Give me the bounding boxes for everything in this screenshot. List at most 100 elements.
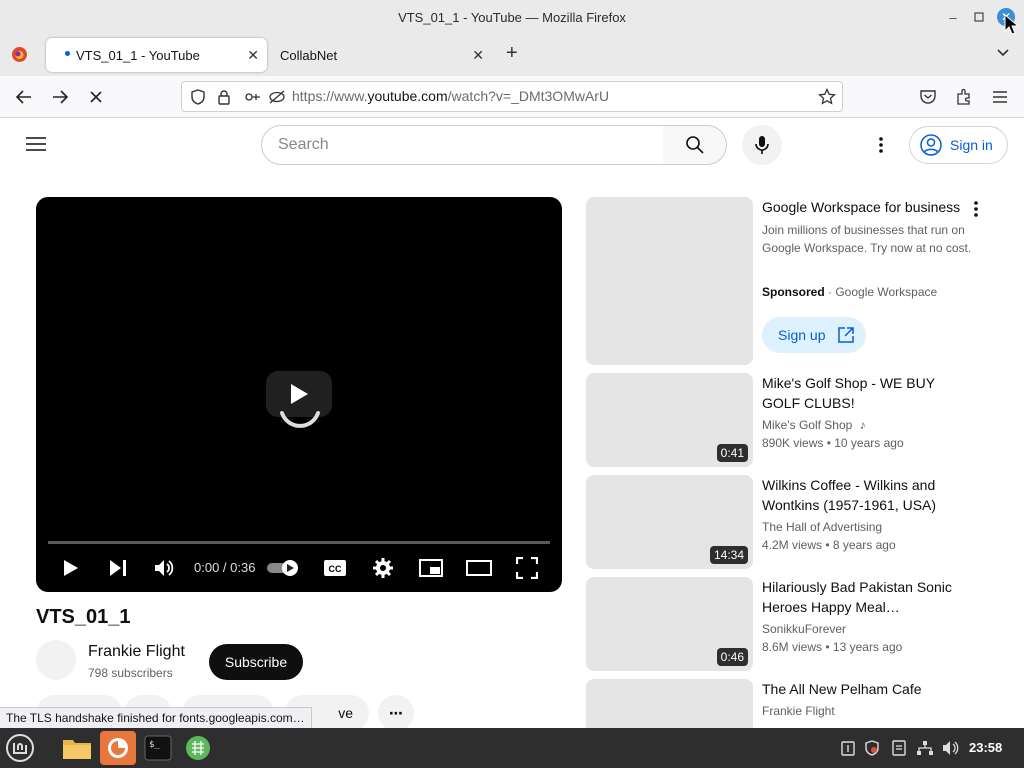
recommendation-thumbnail[interactable]: 14:34 [586,475,753,569]
tab-loading-dot-icon [65,51,70,56]
maximize-icon[interactable] [970,8,988,26]
settings-more-icon[interactable] [873,135,889,160]
subscriber-count: 798 subscribers [88,666,173,680]
firefox-taskbar-icon[interactable] [100,731,136,765]
settings-gear-icon[interactable] [370,555,396,581]
recommendation-title[interactable]: Wilkins Coffee - Wilkins and Wontkins (1… [762,475,972,515]
volume-icon[interactable] [152,555,178,581]
files-folder-icon[interactable] [59,731,95,765]
tab-bar: VTS_01_1 - YouTube ✕ CollabNet ✕ + [0,34,1024,76]
loading-spinner-icon [280,411,320,428]
tracking-protection-icon[interactable] [190,89,206,110]
search-input[interactable]: Search [261,125,664,165]
mint-menu-icon[interactable] [2,731,38,765]
video-player[interactable]: 0:00 / 0:36 CC [36,197,562,592]
taskbar: $_ 23:58 [0,728,1024,768]
channel-name[interactable]: Frankie Flight [88,643,185,661]
lock-icon[interactable] [216,89,232,110]
subscribe-button[interactable]: Subscribe [209,644,303,680]
volume-tray-icon[interactable] [942,740,960,761]
theater-mode-icon[interactable] [466,555,492,581]
window-title: VTS_01_1 - YouTube — Mozilla Firefox [398,9,626,25]
network-tray-icon[interactable] [916,740,934,761]
terminal-icon[interactable]: $_ [140,731,176,765]
sign-in-button[interactable]: Sign in [909,126,1008,164]
upload-age: • 13 years ago [825,640,903,654]
save-label: ve [338,705,353,721]
recommendation-title[interactable]: Hilariously Bad Pakistan Sonic Heroes Ha… [762,577,972,617]
ad-more-icon[interactable] [968,200,984,223]
shield-tray-icon[interactable] [864,740,880,761]
tab-close-icon[interactable]: ✕ [247,47,259,64]
recommendation-thumbnail[interactable]: 0:46 [586,577,753,671]
bookmark-star-icon[interactable] [818,87,836,111]
autoplay-blocked-icon[interactable] [268,89,286,110]
tab-label: CollabNet [280,47,338,63]
svg-text:CC: CC [329,564,342,574]
search-button[interactable] [663,125,727,165]
forward-icon[interactable] [48,85,72,109]
channel-label: Mike's Golf Shop [762,418,853,432]
clock[interactable]: 23:58 [969,740,1002,755]
app-menu-icon[interactable] [988,85,1012,109]
play-icon[interactable] [58,555,84,581]
search-icon [685,136,704,154]
tab-collabnet[interactable]: CollabNet ✕ [271,38,492,72]
minimize-icon[interactable]: – [944,8,962,26]
guide-menu-icon[interactable] [26,136,46,157]
tab-label: VTS_01_1 - YouTube [76,47,200,63]
new-tab-icon[interactable]: + [506,42,518,65]
time-display: 0:00 / 0:36 [194,560,256,575]
search-placeholder: Search [278,136,329,153]
ad-thumbnail[interactable] [586,197,753,365]
view-count: 4.2M views [762,538,823,552]
fullscreen-icon[interactable] [514,555,540,581]
url-prefix: https://www. [292,88,368,104]
captions-icon[interactable]: CC [322,555,348,581]
recommendation-thumbnail[interactable] [586,679,753,728]
desktop-screen: VTS_01_1 - YouTube — Mozilla Firefox – ✕… [0,0,1024,768]
update-tray-icon[interactable] [891,740,907,761]
recommendation-stats: 8.6M views • 13 years ago [762,638,902,656]
view-count: 8.6M views [762,640,823,654]
sign-up-label: Sign up [778,327,826,343]
progress-bar[interactable] [48,541,550,544]
firefox-view-icon[interactable] [11,46,28,68]
mouse-cursor-icon [1004,14,1020,35]
recommendation-channel[interactable]: Mike's Golf Shop ♪ [762,416,866,434]
url-bar[interactable]: https://www.youtube.com/watch?v=_DMt3OMw… [181,81,843,112]
ad-sponsor-line: Sponsored · Google Workspace [762,283,937,301]
recommendation-title[interactable]: Mike's Golf Shop - WE BUY GOLF CLUBS! [762,373,972,413]
recommendation-channel[interactable]: Frankie Flight [762,702,835,720]
recommendation-channel[interactable]: The Hall of Advertising [762,518,882,536]
sign-in-label: Sign in [950,137,993,153]
ad-advertiser: · Google Workspace [828,285,938,299]
next-video-icon[interactable] [105,555,131,581]
extensions-icon[interactable] [952,85,976,109]
navigation-toolbar: https://www.youtube.com/watch?v=_DMt3OMw… [0,76,1024,118]
permissions-icon[interactable] [244,89,262,110]
music-note-icon: ♪ [859,418,866,432]
video-title: VTS_01_1 [36,606,131,628]
ad-sign-up-button[interactable]: Sign up [762,317,866,353]
calc-app-icon[interactable] [180,731,216,765]
pocket-icon[interactable] [916,85,940,109]
recommendation-channel[interactable]: SonikkuForever [762,620,846,638]
stop-loading-icon[interactable] [84,85,108,109]
tab-youtube[interactable]: VTS_01_1 - YouTube ✕ [46,38,267,72]
back-icon[interactable] [12,85,36,109]
more-actions-button[interactable]: ⋯ [378,695,414,728]
clipboard-tray-icon[interactable] [840,740,856,761]
duration-badge: 0:46 [716,648,748,666]
tab-close-icon[interactable]: ✕ [472,47,484,64]
miniplayer-icon[interactable] [418,555,444,581]
voice-search-button[interactable] [742,125,782,165]
list-all-tabs-icon[interactable] [996,45,1010,64]
autoplay-toggle[interactable] [266,559,302,577]
recommendation-stats: 4.2M views • 8 years ago [762,536,896,554]
recommendation-thumbnail[interactable]: 0:41 [586,373,753,467]
recommendation-title[interactable]: The All New Pelham Cafe [762,679,972,699]
channel-avatar[interactable] [36,640,76,680]
ad-description: Join millions of businesses that run on … [762,223,972,255]
ad-title[interactable]: Google Workspace for business [762,197,972,217]
